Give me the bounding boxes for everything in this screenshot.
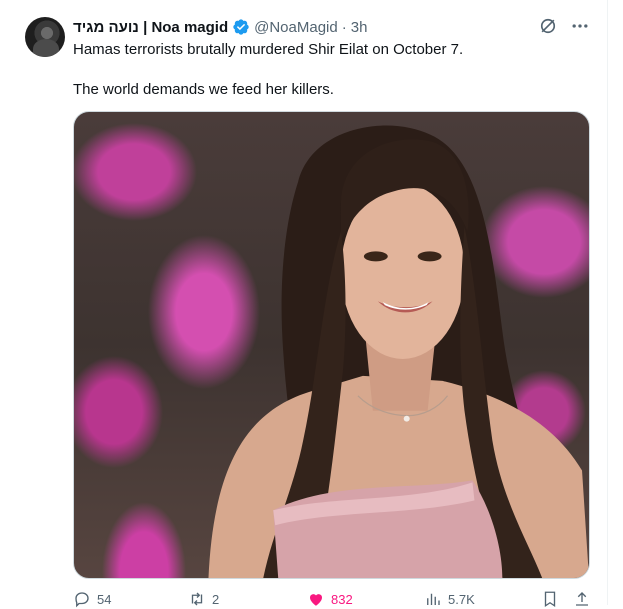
share-icon xyxy=(576,592,588,606)
bookmark-button[interactable] xyxy=(541,590,559,608)
grok-icon[interactable] xyxy=(538,16,558,36)
retweet-icon xyxy=(191,592,203,606)
views-count: 5.7K xyxy=(448,591,475,607)
retweet-button[interactable]: 2 xyxy=(188,590,219,608)
tweet-text: Hamas terrorists brutally murdered Shir … xyxy=(73,40,593,100)
tweet-text-line-2: The world demands we feed her killers. xyxy=(73,81,334,98)
views-icon xyxy=(427,593,440,605)
tweet[interactable]: נועה מגיד | Noa magid @NoaMagid · 3h Ham… xyxy=(0,0,608,608)
views-button[interactable]: 5.7K xyxy=(424,590,475,608)
reply-count: 54 xyxy=(97,591,112,607)
separator-dot: · xyxy=(341,18,347,36)
header-actions xyxy=(538,16,590,36)
avatar[interactable] xyxy=(25,17,65,57)
more-icon[interactable] xyxy=(570,16,590,36)
like-button[interactable]: 832 xyxy=(307,590,353,608)
heart-icon xyxy=(310,594,322,606)
tweet-time[interactable]: 3h xyxy=(351,19,368,36)
photo-portrait xyxy=(208,125,589,578)
tweet-text-line-1: Hamas terrorists brutally murdered Shir … xyxy=(73,41,464,58)
reply-icon xyxy=(75,592,89,608)
bookmark-icon xyxy=(544,591,556,608)
reply-button[interactable]: 54 xyxy=(73,590,111,608)
verified-badge-icon xyxy=(233,19,249,35)
tweet-photo[interactable] xyxy=(73,111,590,579)
tweet-actions: 54 2 832 5.7K xyxy=(73,589,593,609)
like-count: 832 xyxy=(331,591,353,607)
share-button[interactable] xyxy=(573,590,591,608)
tweet-header: נועה מגיד | Noa magid @NoaMagid · 3h xyxy=(73,17,367,37)
author-name[interactable]: נועה מגיד | Noa magid xyxy=(73,19,228,36)
retweet-count: 2 xyxy=(212,591,220,607)
author-handle[interactable]: @NoaMagid xyxy=(254,19,338,36)
